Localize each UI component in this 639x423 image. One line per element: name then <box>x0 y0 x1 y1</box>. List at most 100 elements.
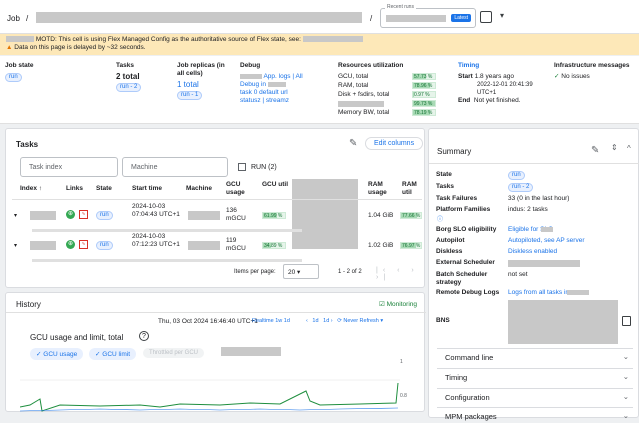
header-divider <box>12 199 422 200</box>
col-state[interactable]: State <box>96 185 112 193</box>
help-icon[interactable]: ? <box>139 331 149 341</box>
summary-value[interactable]: Logs from all tasks in <box>508 289 569 296</box>
items-per-page-select[interactable]: 20 ▾ <box>283 264 319 279</box>
task-ram-util-bar: 77.66 % <box>400 212 422 219</box>
accordion-section[interactable]: Command line⌄ <box>437 348 633 364</box>
slo-redacted <box>541 227 553 232</box>
globe-icon[interactable]: ⊕ <box>66 210 75 219</box>
expand-row-icon[interactable]: ▾ <box>14 212 17 219</box>
dropdown-arrow-icon[interactable]: ▾ <box>500 11 504 20</box>
edit-pencil-icon[interactable]: ✎ <box>349 138 357 149</box>
gcu-history-chart <box>20 379 400 413</box>
resource-value: 99.73 % <box>414 101 432 107</box>
resource-value: 0.97 % <box>414 92 430 98</box>
zoom-1d-button[interactable]: 1d <box>312 318 318 324</box>
timing-col: Timing Start 1.8 years ago 2022-12-01 20… <box>458 62 550 105</box>
task-gcu-util-bar: 61.99 % <box>262 212 286 219</box>
resource-label: Disk + fsdirs, total <box>338 91 389 99</box>
accordion-section[interactable]: Configuration⌄ <box>437 388 633 404</box>
breadcrumb-root[interactable]: Job <box>7 14 20 23</box>
legend-disabled[interactable]: Throttled per GCU <box>143 348 204 358</box>
summary-value-link[interactable]: Diskless enabled <box>508 248 557 256</box>
motd-text: MOTD: This cell is using Flex Managed Co… <box>36 36 301 43</box>
task-state-chip[interactable]: run <box>96 241 113 250</box>
collapse-up-icon[interactable]: ^ <box>627 144 631 153</box>
summary-value[interactable]: Autopiloted, see AP server <box>508 237 584 244</box>
summary-value-link[interactable]: Autopiloted, see AP server <box>508 237 584 245</box>
replicas-total[interactable]: 1 total <box>177 81 229 89</box>
resource-bar: 57.73 % <box>412 73 436 80</box>
history-nav[interactable]: ‹ 1d 1d › ⟳ Never Refresh ▾ <box>306 318 383 324</box>
copy-icon[interactable] <box>480 11 492 23</box>
row-subline-redacted <box>32 259 302 262</box>
start-label: Start <box>458 73 473 80</box>
tasks-chip[interactable]: run - 2 <box>116 83 141 92</box>
debug-in-link[interactable]: Debug in <box>240 81 266 88</box>
col-ram-util[interactable]: RAM util <box>402 181 422 197</box>
realtime-button[interactable]: Realtime 1w 1d <box>252 318 290 324</box>
job-state-chip[interactable]: run <box>5 73 22 82</box>
infra-title: Infrastructure messages <box>554 62 630 70</box>
resources-col: Resources utilization GCU, total57.73 %R… <box>338 62 444 118</box>
chart-icon[interactable]: ∿ <box>79 240 88 249</box>
table-row[interactable]: ▾⊕∿run2024-10-03 07:04:43 UTC+1136 mGCU6… <box>12 203 422 231</box>
task-ram-util-bar: 76.97 % <box>400 242 422 249</box>
globe-icon[interactable]: ⊕ <box>66 240 75 249</box>
summary-value-link[interactable]: Logs from all tasks in <box>508 289 569 297</box>
job-state-col: Job state run <box>5 62 34 82</box>
summary-key: Tasks <box>436 183 502 191</box>
table-row[interactable]: ▾⊕∿run2024-10-03 07:12:23 UTC+1119 mGCU3… <box>12 233 422 261</box>
copy-icon[interactable] <box>622 316 631 326</box>
replicas-chip[interactable]: run - 1 <box>177 91 202 100</box>
task-url-link[interactable]: task 0 default url <box>240 89 303 97</box>
items-per-page-label: Items per page: <box>234 269 276 275</box>
statusz-link[interactable]: statusz | streamz <box>240 97 303 105</box>
legend-gcu-usage[interactable]: ✓ GCU usage <box>30 348 83 360</box>
col-links[interactable]: Links <box>66 185 83 193</box>
timing-title[interactable]: Timing <box>458 62 550 70</box>
pagination-icons[interactable]: |‹ ‹ › ›| <box>376 267 424 281</box>
summary-row: Platform Familiesindus: 2 tasks <box>436 206 633 216</box>
app-logs-link[interactable]: App. logs | All <box>263 73 302 80</box>
delay-notice: Data on this page is delayed by ~32 seco… <box>14 44 145 51</box>
task-index-input[interactable]: Task index <box>20 157 118 177</box>
recent-runs-select[interactable]: Recent runs Latest <box>380 8 476 28</box>
summary-value-chip[interactable]: run <box>508 171 525 180</box>
task-ram-usage: 1.04 GiB <box>368 212 393 219</box>
summary-value[interactable]: Diskless enabled <box>508 248 557 255</box>
summary-value-chip[interactable]: run - 2 <box>508 183 533 192</box>
resource-row: 99.73 % <box>338 100 444 108</box>
monitoring-link[interactable]: ☑ Monitoring <box>379 300 417 308</box>
col-machine[interactable]: Machine <box>186 185 212 193</box>
col-gcu-usage[interactable]: GCU usage <box>226 181 252 197</box>
machine-input[interactable]: Machine <box>122 157 228 177</box>
info-icon[interactable]: ⓘ <box>437 214 443 223</box>
never-refresh-button[interactable]: Never Refresh <box>343 318 378 324</box>
accordion-section[interactable]: MPM packages⌄ <box>437 407 633 423</box>
motd-banner: MOTD: This cell is using Flex Managed Co… <box>0 34 639 55</box>
accordion-section[interactable]: Timing⌄ <box>437 368 633 384</box>
zoom-1d-button-2[interactable]: 1d <box>323 318 329 324</box>
job-info-strip: Job state run Tasks 2 total run - 2 Job … <box>0 56 639 124</box>
chart-icon[interactable]: ∿ <box>79 210 88 219</box>
task-gcu-util: 61.99 % <box>264 213 282 219</box>
legend-gcu-limit[interactable]: ✓ GCU limit <box>89 348 136 360</box>
expand-collapse-icon[interactable]: ⇕ <box>611 143 618 152</box>
motd-link-redacted[interactable] <box>303 36 363 42</box>
edit-pencil-icon[interactable]: ✎ <box>591 145 599 156</box>
run-filter-checkbox[interactable] <box>238 163 246 171</box>
col-ram-usage[interactable]: RAM usage <box>368 181 394 197</box>
edit-columns-button[interactable]: Edit columns <box>365 137 423 150</box>
chevron-down-icon: ⌄ <box>623 372 629 381</box>
legend-gcu-limit-label: GCU limit <box>102 351 130 358</box>
summary-row: Batch Scheduler strategynot set <box>436 271 633 281</box>
col-gcu-util[interactable]: GCU util <box>262 181 288 189</box>
machine-redacted <box>188 241 220 250</box>
expand-row-icon[interactable]: ▾ <box>14 242 17 249</box>
col-start-time[interactable]: Start time <box>132 185 162 193</box>
chevron-down-icon: ⌄ <box>623 352 629 361</box>
task-state-chip[interactable]: run <box>96 211 113 220</box>
col-index[interactable]: Index ↑ <box>20 185 42 193</box>
summary-key: Batch Scheduler strategy <box>436 271 502 287</box>
machine-redacted <box>188 211 220 220</box>
